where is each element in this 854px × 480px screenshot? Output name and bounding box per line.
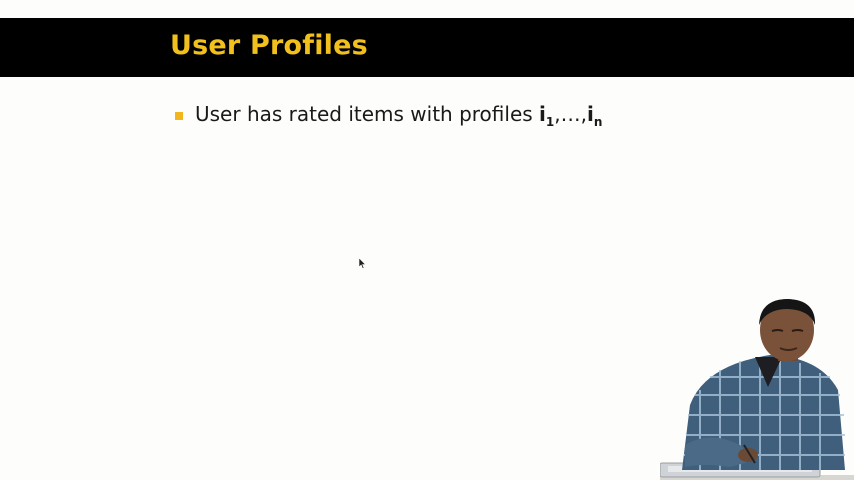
presenter-video: [660, 299, 854, 480]
bullet-square-icon: [175, 112, 183, 120]
slide-canvas: User Profiles User has rated items with …: [0, 0, 854, 480]
bullet-text: User has rated items with profiles i1,…,…: [195, 102, 602, 129]
bullet-text-main: User has rated items with profiles: [195, 102, 540, 126]
math-var-in: in: [586, 102, 603, 129]
slide-title: User Profiles: [170, 30, 368, 61]
title-bar: [0, 18, 854, 77]
math-ellipsis: ,…,: [554, 102, 587, 126]
math-var-i1: i1: [539, 102, 555, 129]
mouse-pointer-icon: [359, 258, 367, 269]
bullet-item: User has rated items with profiles i1,…,…: [175, 102, 602, 132]
